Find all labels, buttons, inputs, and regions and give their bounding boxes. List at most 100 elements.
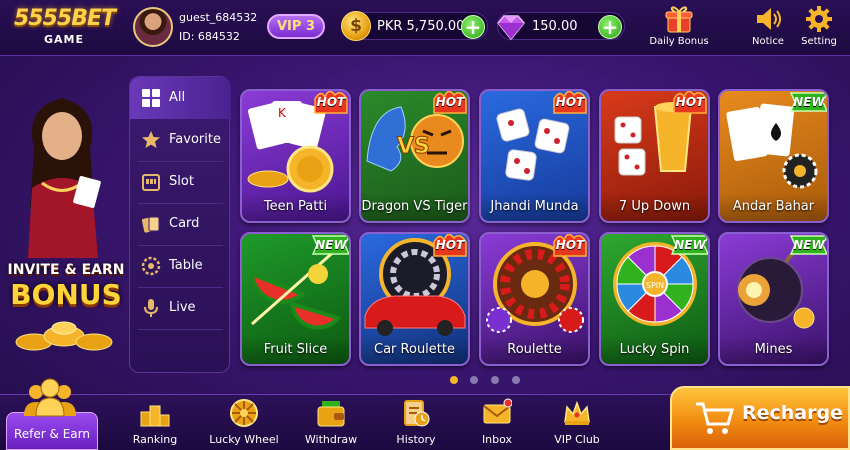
category-all[interactable]: All	[130, 77, 231, 119]
logo-sub-text: GAME	[44, 33, 85, 46]
category-card[interactable]: Card	[130, 203, 231, 245]
nav-lucky-wheel[interactable]: Lucky Wheel	[205, 398, 283, 446]
recharge-button[interactable]: Recharge	[670, 386, 850, 450]
game-tile-7-up-down[interactable]: 7 Up Down HOT	[599, 89, 710, 223]
nav-vip-club[interactable]: VIP Club	[538, 398, 616, 446]
game-name: 7 Up Down	[601, 193, 708, 221]
hot-badge: HOT	[550, 91, 588, 115]
roulette-wheel-icon	[141, 256, 161, 276]
nav-label: VIP Club	[554, 433, 600, 446]
diamond-icon	[497, 15, 525, 41]
user-id: ID: 684532	[179, 30, 240, 43]
daily-bonus-label: Daily Bonus	[649, 36, 709, 47]
page-dot-3[interactable]	[491, 376, 499, 384]
shopping-cart-icon	[696, 402, 734, 434]
tag-text: HOT	[435, 238, 465, 252]
crown-icon	[564, 400, 590, 425]
game-tile-jhandi-munda[interactable]: Jhandi Munda HOT	[479, 89, 590, 223]
add-cash-button[interactable]: +	[461, 15, 485, 39]
nav-label: Inbox	[481, 433, 513, 446]
nav-label: History	[396, 433, 436, 446]
category-label: Card	[169, 216, 200, 231]
category-label: Live	[169, 300, 196, 315]
hot-badge: HOT	[550, 234, 588, 258]
page-dot-2[interactable]	[470, 376, 478, 384]
category-sidebar: All Favorite Slot Card Table Live	[129, 76, 231, 373]
new-badge: NEW	[789, 234, 827, 258]
setting-button[interactable]: Setting	[799, 4, 839, 47]
gift-icon	[665, 6, 693, 33]
category-slot[interactable]: Slot	[130, 161, 231, 203]
cash-balance: $ PKR 5,750.00 +	[341, 11, 488, 41]
nav-withdraw[interactable]: Withdraw	[292, 398, 370, 446]
podium-icon	[140, 405, 170, 427]
hot-badge: HOT	[430, 234, 468, 258]
nav-history[interactable]: History	[377, 398, 455, 446]
tag-text: HOT	[316, 95, 346, 109]
game-name: Roulette	[481, 336, 588, 364]
divider	[138, 329, 223, 330]
category-favorite[interactable]: Favorite	[130, 119, 231, 161]
invite-earn-banner[interactable]: INVITE & EARN BONUS	[0, 80, 124, 352]
notice-button[interactable]: Notice	[748, 4, 788, 47]
add-gems-button[interactable]: +	[598, 15, 622, 39]
tag-text: HOT	[435, 95, 465, 109]
game-name: Fruit Slice	[242, 336, 349, 364]
vip-badge[interactable]: VIP 3	[267, 14, 325, 39]
game-tile-mines[interactable]: Mines NEW	[718, 232, 829, 366]
game-name: Andar Bahar	[720, 193, 827, 221]
game-name: Dragon VS Tiger	[361, 193, 468, 221]
gear-icon	[806, 6, 832, 32]
promo-title: INVITE & EARN	[7, 262, 125, 278]
hot-badge: HOT	[670, 91, 708, 115]
page-dot-1[interactable]	[450, 376, 458, 384]
game-name: Car Roulette	[361, 336, 468, 364]
svg-text:K: K	[278, 106, 287, 120]
coin-icon: $	[341, 11, 371, 41]
wheel-icon	[230, 399, 258, 427]
notice-label: Notice	[752, 36, 784, 47]
page-dot-4[interactable]	[512, 376, 520, 384]
recharge-label: Recharge	[742, 402, 843, 424]
hot-badge: HOT	[430, 91, 468, 115]
nav-ranking[interactable]: Ranking	[116, 398, 194, 446]
coins-pile-icon	[15, 321, 113, 351]
category-table[interactable]: Table	[130, 245, 231, 287]
game-tile-lucky-spin[interactable]: SPIN Lucky Spin NEW	[599, 232, 710, 366]
category-label: Table	[169, 258, 203, 273]
envelope-icon	[483, 398, 512, 424]
game-tile-car-roulette[interactable]: Car Roulette HOT	[359, 232, 470, 366]
game-tile-teen-patti[interactable]: K Teen Patti HOT	[240, 89, 351, 223]
nav-label: Lucky Wheel	[209, 433, 279, 446]
game-tile-fruit-slice[interactable]: Fruit Slice NEW	[240, 232, 351, 366]
wallet-icon	[317, 401, 345, 427]
promo-character-illustration	[28, 98, 101, 258]
spin-text: SPIN	[646, 281, 664, 290]
refer-earn-label: Refer & Earn	[14, 427, 90, 441]
cash-balance-value: PKR 5,750.00	[377, 19, 465, 34]
category-label: Slot	[169, 174, 194, 189]
speaker-icon	[757, 8, 781, 30]
star-icon	[142, 131, 160, 148]
game-name: Lucky Spin	[601, 336, 708, 364]
tag-text: NEW	[674, 238, 706, 252]
brand-logo[interactable]: 5555BET GAME	[14, 6, 126, 50]
daily-bonus-button[interactable]: Daily Bonus	[648, 4, 710, 47]
nav-label: Withdraw	[304, 433, 358, 446]
people-group-icon	[24, 378, 76, 417]
tag-text: HOT	[555, 95, 585, 109]
game-name: Mines	[720, 336, 827, 364]
category-live[interactable]: Live	[130, 287, 231, 329]
game-tile-roulette[interactable]: Roulette HOT	[479, 232, 590, 366]
game-tile-andar-bahar[interactable]: Andar Bahar NEW	[718, 89, 829, 223]
hot-badge: HOT	[311, 91, 349, 115]
tag-text: NEW	[793, 238, 825, 252]
nav-inbox[interactable]: Inbox	[458, 398, 536, 446]
slot-machine-icon	[142, 174, 160, 191]
game-tile-dragon-vs-tiger[interactable]: VS Dragon VS Tiger HOT	[359, 89, 470, 223]
cards-icon	[141, 216, 160, 233]
avatar[interactable]	[133, 7, 173, 47]
game-name: Jhandi Munda	[481, 193, 588, 221]
username: guest_684532	[179, 11, 258, 24]
tag-text: HOT	[675, 95, 705, 109]
